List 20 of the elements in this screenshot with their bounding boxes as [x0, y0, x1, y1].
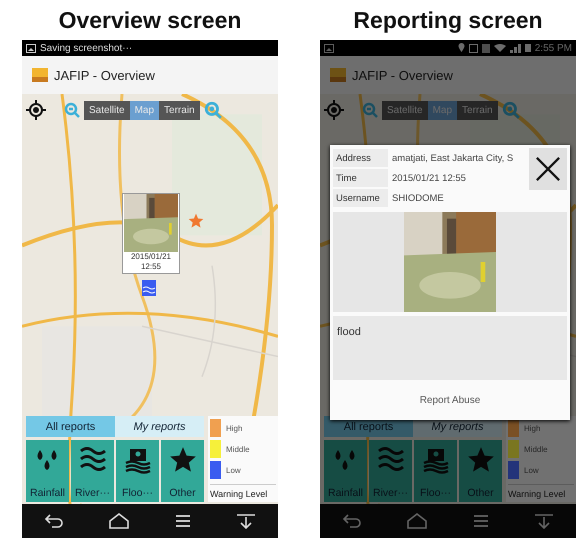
screen-heading: Overview screen	[58, 6, 242, 34]
wifi-icon	[494, 44, 506, 52]
sim-card-icon	[482, 44, 490, 52]
status-text: Saving screenshot···	[40, 42, 132, 54]
signal-icon	[510, 44, 521, 52]
app-title: JAFIP - Overview	[54, 68, 155, 82]
app-logo-icon	[330, 68, 346, 82]
app-title: JAFIP - Overview	[352, 68, 453, 82]
home-icon[interactable]	[108, 513, 130, 529]
download-arrow-icon[interactable]	[236, 513, 256, 529]
app-logo-icon	[32, 68, 48, 82]
back-icon[interactable]	[44, 514, 64, 528]
battery-icon	[524, 44, 531, 52]
menu-icon[interactable]	[174, 514, 192, 528]
status-time: 2:55 PM	[534, 42, 572, 54]
location-pin-icon	[458, 43, 465, 53]
image-icon	[26, 44, 36, 52]
screen-heading: Reporting screen	[352, 6, 544, 35]
square-icon	[468, 44, 478, 52]
image-icon	[324, 44, 334, 52]
